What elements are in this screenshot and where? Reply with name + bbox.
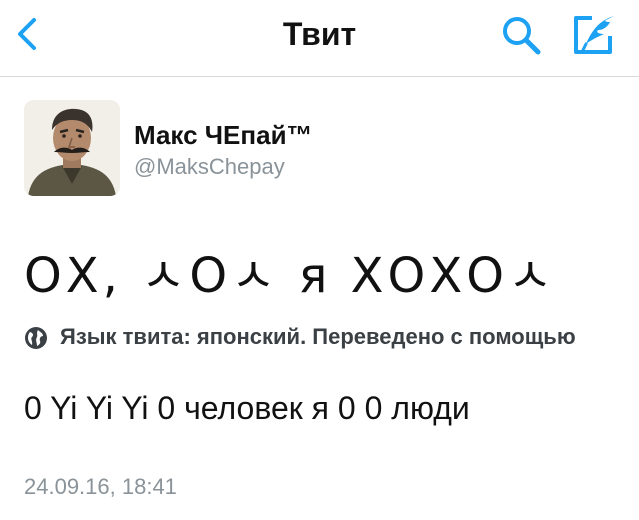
tweet-text: ОХ, ㅅОㅅ я ХОХОㅅ bbox=[24, 248, 557, 304]
globe-icon bbox=[25, 327, 47, 349]
author-name[interactable]: Макс ЧЕпай™ bbox=[134, 120, 313, 151]
translation-label: Язык твита: японский. Переведено с помощ… bbox=[60, 324, 576, 349]
tweet-timestamp: 24.09.16, 18:41 bbox=[24, 474, 177, 499]
search-icon bbox=[503, 17, 541, 55]
navigation-bar: Твит bbox=[0, 0, 639, 77]
compose-tweet-button[interactable] bbox=[570, 12, 620, 58]
search-button[interactable] bbox=[498, 12, 546, 58]
author-handle[interactable]: @MaksChepay bbox=[134, 154, 285, 180]
translated-text: 0 Yi Yi Yi 0 человек я 0 0 люди bbox=[24, 390, 470, 426]
translation-notice[interactable]: Язык твита: японский. Переведено с помощ… bbox=[24, 320, 639, 356]
avatar-portrait-image bbox=[24, 100, 120, 196]
avatar[interactable] bbox=[24, 100, 120, 196]
compose-tweet-icon bbox=[574, 16, 614, 54]
